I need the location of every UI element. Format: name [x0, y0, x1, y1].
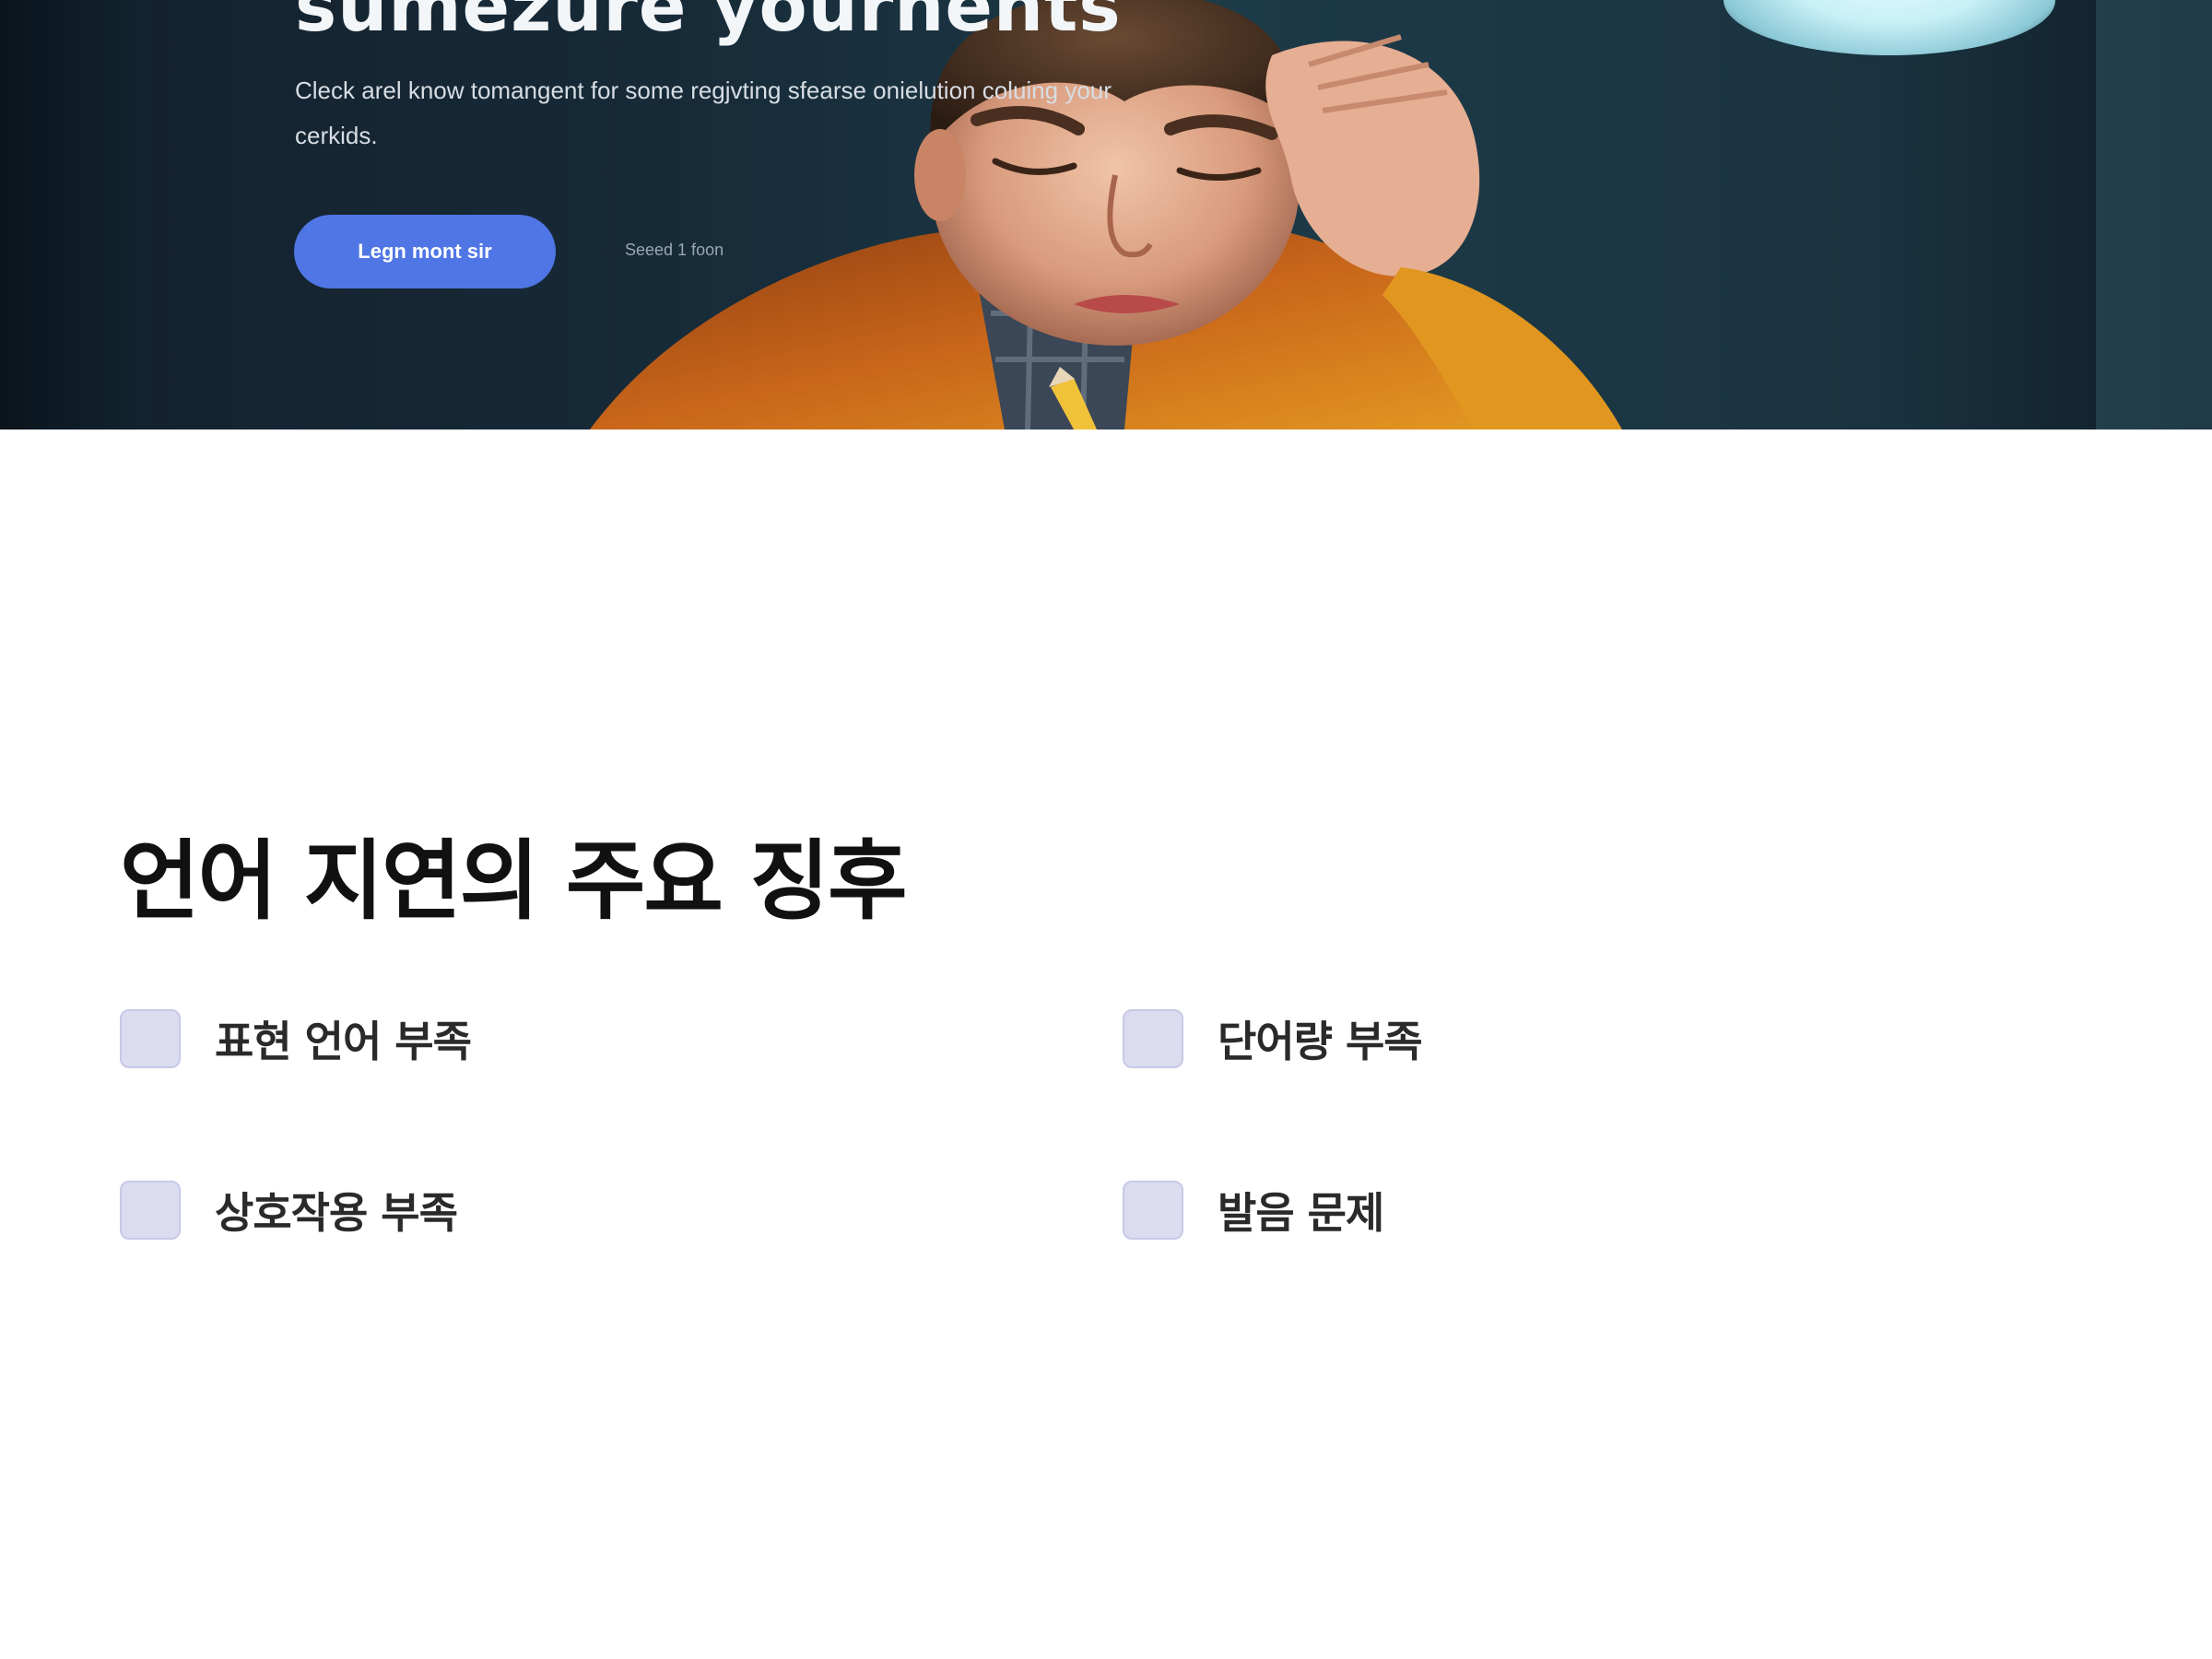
hero-image — [590, 0, 1622, 429]
sign-label: 표현 언어 부족 — [215, 1017, 472, 1066]
hero-banner: sumezure yournents Cleck arel know toman… — [0, 0, 2212, 429]
hero-headline: sumezure yournents — [295, 0, 1122, 47]
checkbox[interactable] — [1123, 1009, 1183, 1068]
hero-left-edge — [0, 0, 147, 429]
sign-item[interactable]: 단어량 부족 — [1123, 1008, 1423, 1069]
hero-right-edge — [2096, 0, 2212, 429]
sign-label: 발음 문제 — [1218, 1188, 1384, 1238]
checkbox[interactable] — [1123, 1181, 1183, 1240]
learn-more-button[interactable]: Legn mont sir — [294, 215, 556, 288]
section-title: 언어 지연의 주요 징후 — [120, 831, 907, 932]
checkbox[interactable] — [120, 1181, 181, 1240]
sign-label: 상호작용 부족 — [215, 1188, 458, 1238]
sign-item[interactable]: 발음 문제 — [1123, 1180, 1384, 1241]
sign-item[interactable]: 상호작용 부족 — [120, 1180, 458, 1241]
checkbox[interactable] — [120, 1009, 181, 1068]
sign-label: 단어량 부족 — [1218, 1017, 1423, 1066]
hero-subtitle: Cleck arel know tomangent for some regjv… — [295, 76, 1112, 149]
secondary-link[interactable]: Seeed 1 foon — [625, 241, 724, 260]
sign-item[interactable]: 표현 언어 부족 — [120, 1008, 472, 1069]
